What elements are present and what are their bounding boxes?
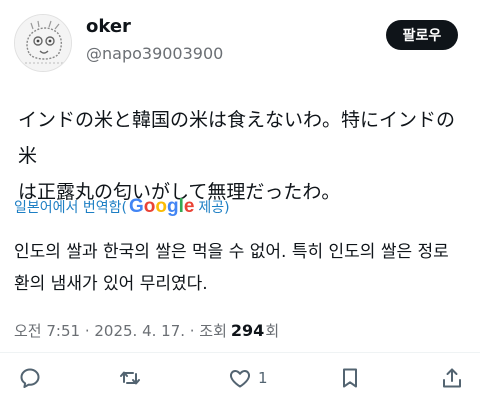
reply-icon xyxy=(20,368,40,388)
retweet-icon xyxy=(120,371,140,385)
google-logo: Google xyxy=(128,196,195,217)
tweet-text-line: インドの米と韓国の米は食えないわ。特にインドの米 xyxy=(18,109,456,167)
avatar-image xyxy=(15,15,71,71)
like-icon xyxy=(229,370,251,388)
timestamp[interactable]: 오전 7:51 · 2025. 4. 17. · 조회 xyxy=(14,320,227,341)
user-name[interactable]: oker xyxy=(86,16,131,37)
tweet-text: インドの米と韓国の米は食えないわ。特にインドの米 は正露丸の匂いがして無理だった… xyxy=(18,102,468,210)
reply-button[interactable] xyxy=(18,360,42,396)
share-icon xyxy=(443,368,461,388)
translation-prefix: 일본어에서 번역함( xyxy=(14,200,127,216)
translated-text-line: 인도의 쌀과 한국의 쌀은 먹을 수 없어. 특히 인도의 쌀은 정로 xyxy=(14,242,449,262)
translated-text-line: 환의 냄새가 있어 무리였다. xyxy=(14,274,208,294)
retweet-button[interactable] xyxy=(118,360,142,396)
user-handle[interactable]: @napo39003900 xyxy=(86,44,223,63)
bookmark-button[interactable] xyxy=(338,360,362,396)
view-count[interactable]: 294 xyxy=(231,321,264,340)
divider xyxy=(0,352,480,353)
translation-suffix: 제공) xyxy=(198,200,230,216)
avatar[interactable] xyxy=(14,14,72,72)
translated-text: 인도의 쌀과 한국의 쌀은 먹을 수 없어. 특히 인도의 쌀은 정로 환의 냄… xyxy=(14,236,470,300)
action-bar: 1 xyxy=(0,360,480,400)
like-count: 1 xyxy=(258,369,268,387)
share-button[interactable] xyxy=(440,360,464,396)
follow-button[interactable]: 팔로우 xyxy=(386,20,458,50)
view-count-suffix: 회 xyxy=(265,322,280,340)
bookmark-icon xyxy=(343,368,357,388)
like-button[interactable]: 1 xyxy=(228,360,268,396)
translation-attribution[interactable]: 일본어에서 번역함( Google 제공) xyxy=(14,196,230,218)
tweet-meta: 오전 7:51 · 2025. 4. 17. · 조회 294 회 xyxy=(14,320,279,341)
